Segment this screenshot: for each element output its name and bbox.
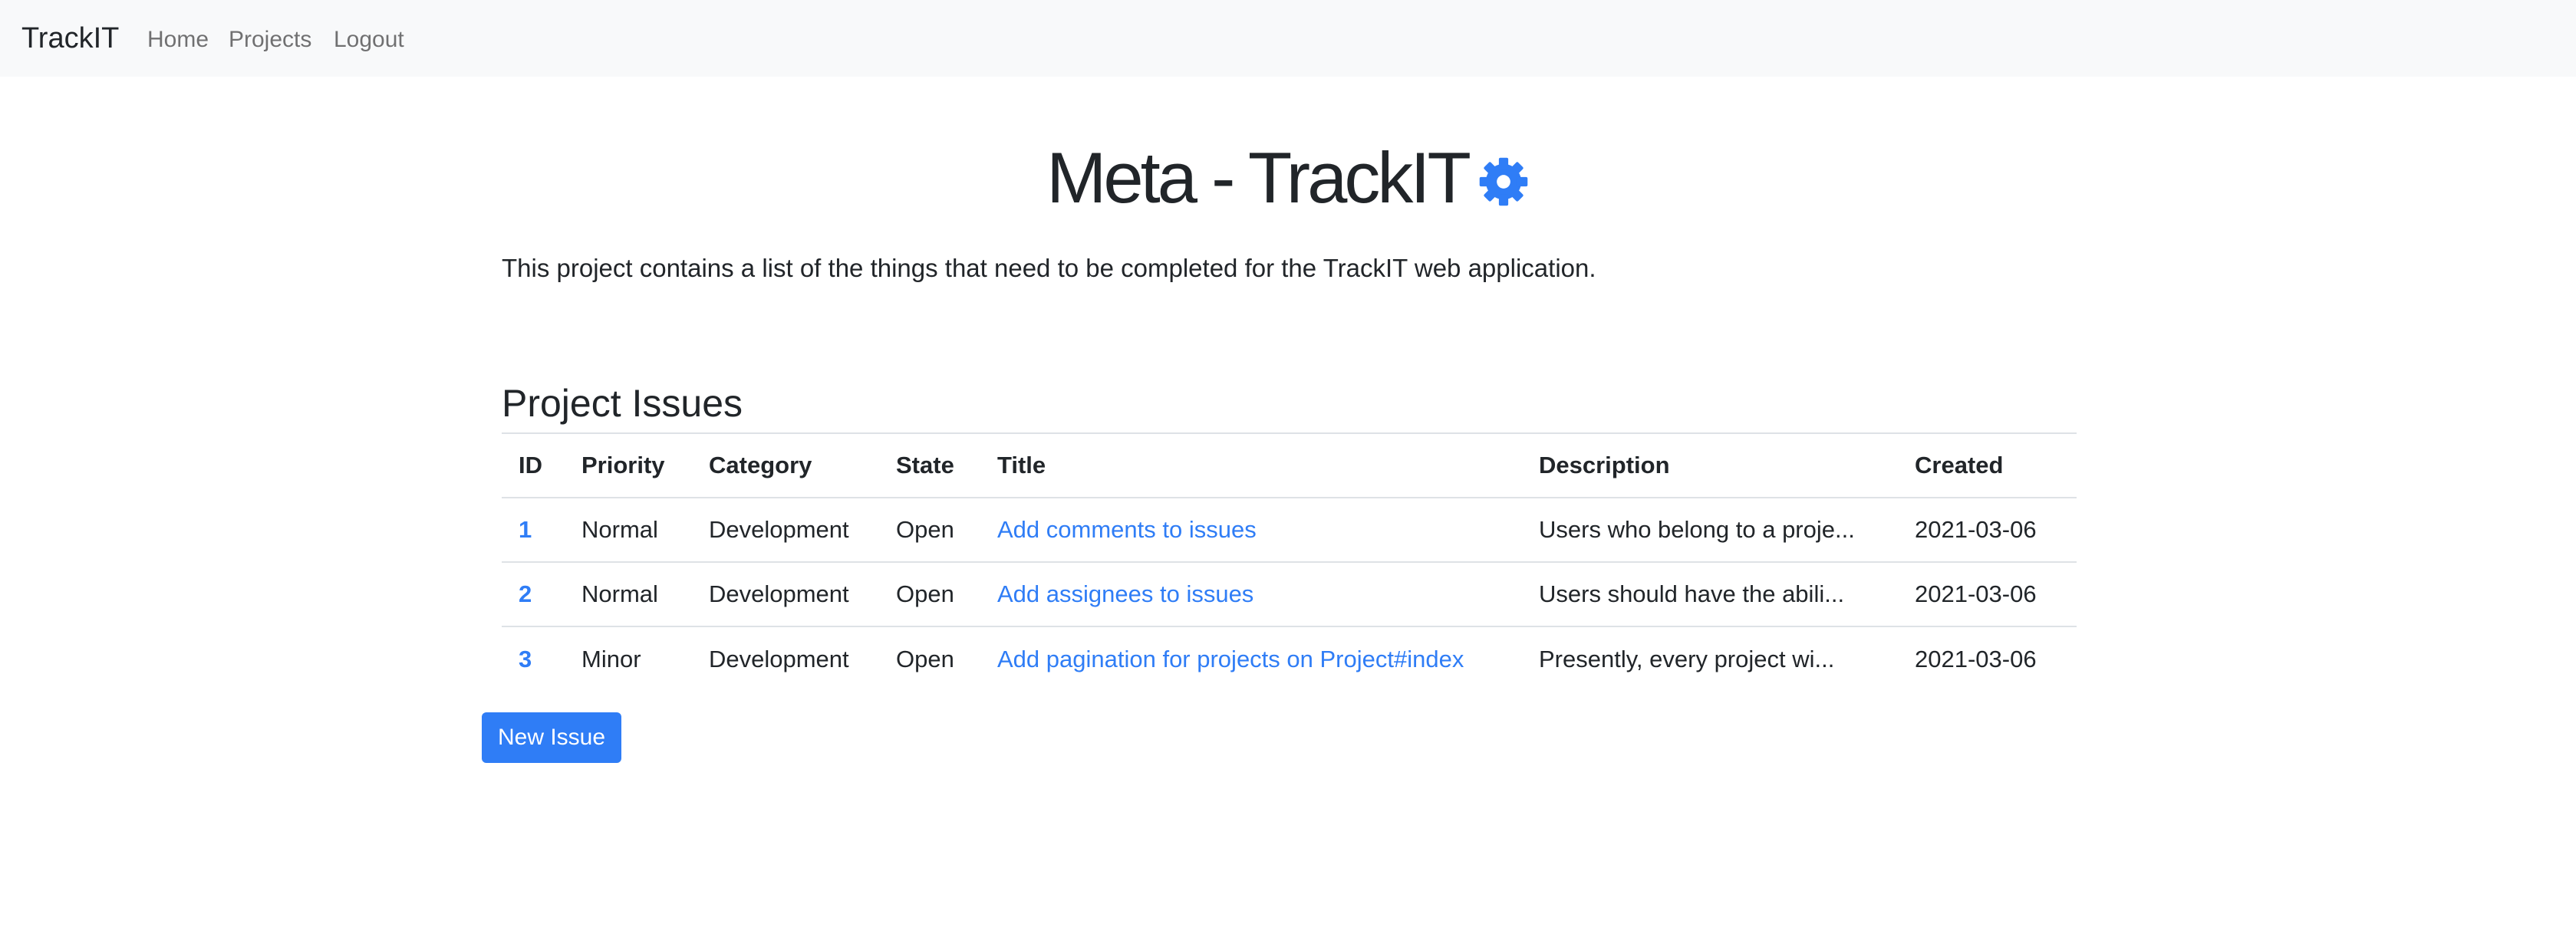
issue-created: 2021-03-06 [1898,497,2077,562]
issue-state: Open [879,561,980,626]
issue-category: Development [692,561,879,626]
project-description: This project contains a list of the thin… [502,254,1596,282]
issue-description: Users should have the abili... [1522,561,1898,626]
column-header-priority: Priority [565,432,692,498]
column-header-id: ID [502,432,565,498]
issue-category: Development [692,626,879,691]
issue-id-link[interactable]: 1 [519,516,532,543]
issue-category: Development [692,497,879,562]
issues-heading: Project Issues [502,382,743,425]
column-header-category: Category [692,432,879,498]
new-issue-button[interactable]: New Issue [482,712,621,763]
issue-priority: Normal [565,497,692,562]
table-row: 3 Minor Development Open Add pagination … [502,626,2077,691]
issue-created: 2021-03-06 [1898,561,2077,626]
page-header: Meta - TrackIT [0,132,2576,224]
issue-title-link[interactable]: Add pagination for projects on Project#i… [997,646,1464,672]
issue-id-link[interactable]: 2 [519,580,532,607]
gear-icon[interactable] [1477,156,1530,208]
column-header-description: Description [1522,432,1898,498]
issue-priority: Minor [565,626,692,691]
column-header-title: Title [980,432,1522,498]
nav-link-home[interactable]: Home [147,25,209,54]
table-header-row: ID Priority Category State Title Descrip… [502,432,2077,498]
issue-priority: Normal [565,561,692,626]
issue-title-link[interactable]: Add assignees to issues [997,580,1253,607]
brand-link[interactable]: TrackIT [21,20,119,57]
issue-id-link[interactable]: 3 [519,646,532,672]
issue-created: 2021-03-06 [1898,626,2077,691]
nav-link-logout[interactable]: Logout [334,25,404,54]
navbar: TrackIT Home Projects Logout [0,0,2576,77]
page-title: Meta - TrackIT [1046,137,1471,218]
issue-state: Open [879,497,980,562]
issue-title-link[interactable]: Add comments to issues [997,516,1257,543]
issues-table: ID Priority Category State Title Descrip… [502,432,2077,691]
issue-state: Open [879,626,980,691]
column-header-created: Created [1898,432,2077,498]
table-row: 1 Normal Development Open Add comments t… [502,497,2077,562]
table-row: 2 Normal Development Open Add assignees … [502,561,2077,626]
nav-link-projects[interactable]: Projects [229,25,311,54]
column-header-state: State [879,432,980,498]
issue-description: Users who belong to a proje... [1522,497,1898,562]
issue-description: Presently, every project wi... [1522,626,1898,691]
